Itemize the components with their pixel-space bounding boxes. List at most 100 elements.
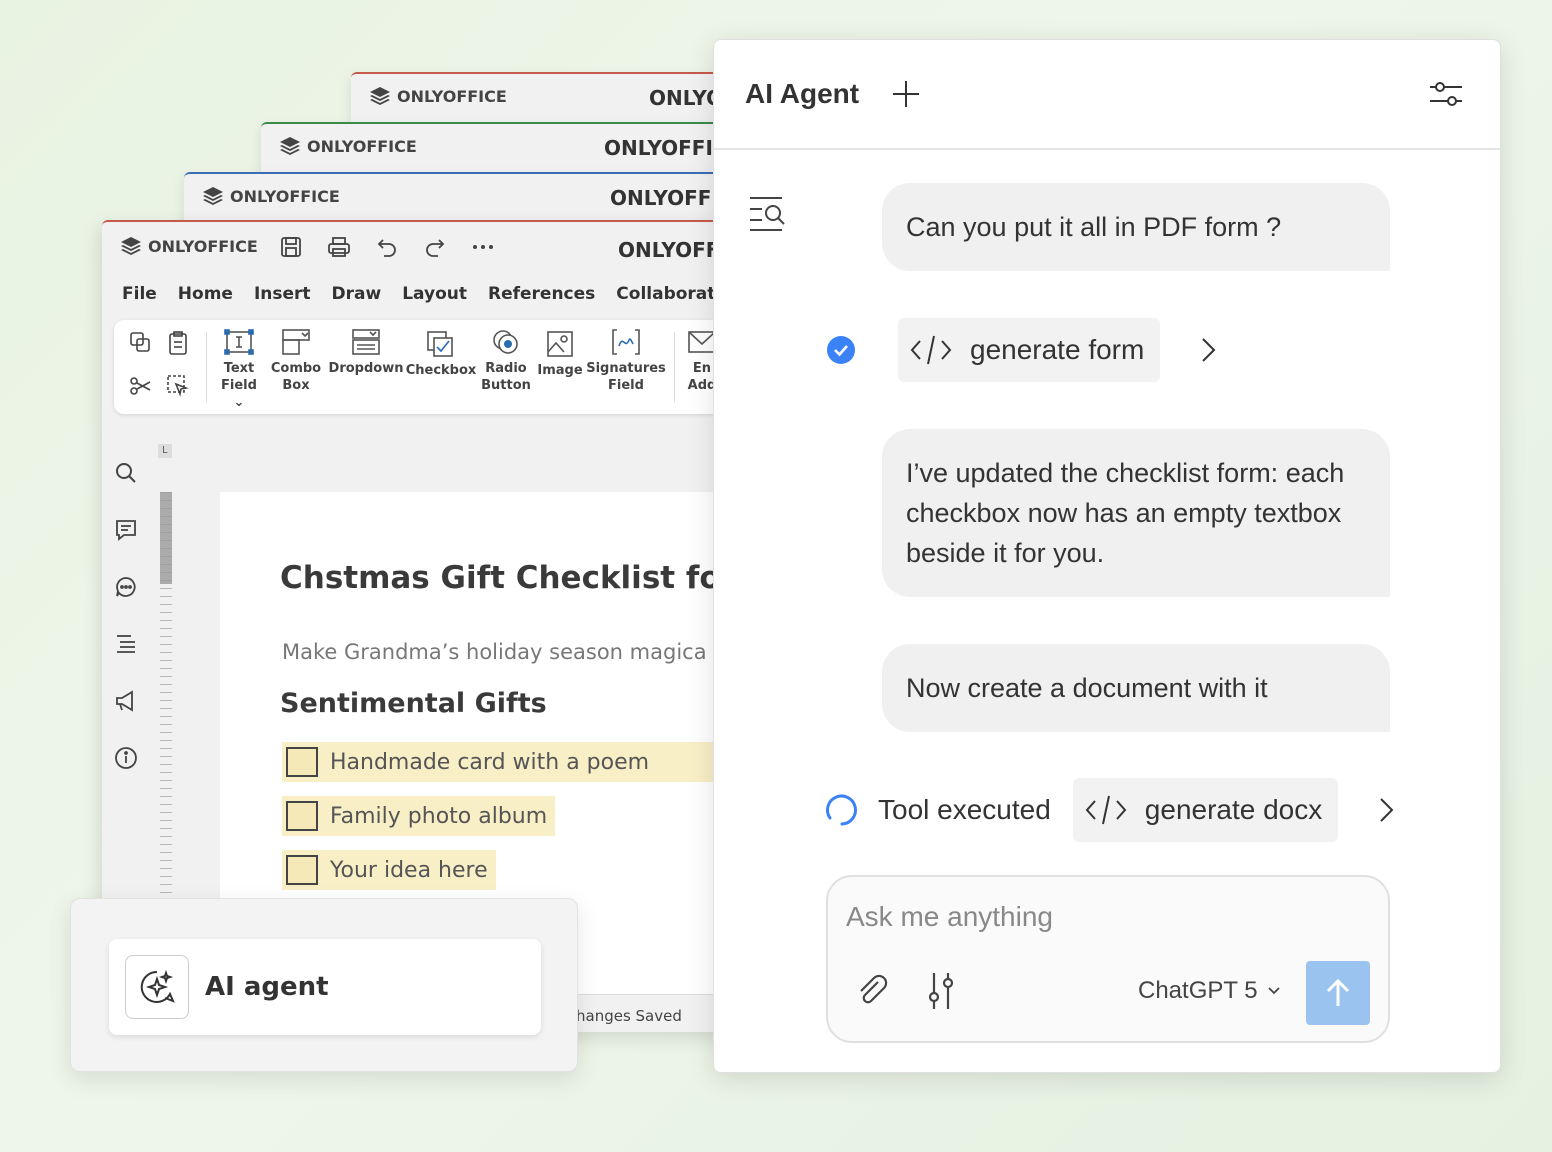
checklist-item-label: Your idea here — [330, 857, 488, 883]
checklist-item: Your idea here — [282, 850, 496, 890]
paperclip-icon[interactable] — [854, 973, 890, 1009]
print-icon[interactable] — [326, 234, 352, 260]
undo-icon[interactable] — [374, 234, 400, 260]
more-icon[interactable] — [470, 234, 496, 260]
ruler-tab-selector[interactable]: L — [158, 444, 172, 458]
radio-button-button[interactable]: Radio Button — [480, 328, 532, 394]
new-chat-icon[interactable] — [890, 78, 922, 115]
ruler-margin — [160, 492, 172, 584]
chat-history-icon[interactable] — [748, 194, 788, 237]
dropdown-icon — [352, 329, 380, 355]
panel-header: AI Agent — [714, 40, 1500, 150]
search-icon[interactable] — [112, 458, 140, 488]
success-check-icon — [827, 336, 855, 364]
signature-icon — [612, 329, 640, 355]
tool-chip-generate-form[interactable]: generate form — [898, 318, 1161, 382]
image-icon — [547, 331, 573, 357]
onlyoffice-logo: ONLYOFFICE — [369, 86, 507, 106]
menu-home[interactable]: Home — [178, 284, 233, 304]
code-icon — [1085, 795, 1127, 825]
feedback-icon[interactable] — [112, 686, 140, 716]
window-title: ONLYOFFI — [610, 186, 719, 210]
ribbon-separator — [206, 332, 207, 402]
checkbox-field[interactable] — [286, 801, 318, 831]
dropdown-button[interactable]: Dropdown — [329, 328, 403, 377]
chevron-right-icon[interactable] — [1376, 795, 1396, 825]
settings-sliders-icon[interactable] — [1428, 78, 1464, 115]
chat-icon[interactable] — [112, 572, 140, 602]
checkbox-button[interactable]: Checkbox — [406, 330, 476, 379]
assistant-message-line: beside it for you. — [906, 538, 1105, 568]
model-name: ChatGPT 5 — [1138, 977, 1258, 1004]
section-heading: Sentimental Gifts — [280, 688, 547, 719]
tool-call-row: Tool executed generate docx — [824, 778, 1396, 842]
checklist-item-label: Family photo album — [330, 803, 548, 829]
save-status: hanges Saved — [576, 1007, 682, 1025]
user-message: Can you put it all in PDF form ? — [882, 183, 1390, 271]
select-all-icon[interactable] — [166, 374, 190, 403]
comments-icon[interactable] — [112, 515, 140, 545]
onlyoffice-logo: ONLYOFFICE — [202, 186, 340, 206]
arrow-up-icon — [1326, 978, 1350, 1006]
forms-ribbon: Text Field ⌄ Combo Box Dropdown Checkbox R… — [114, 320, 742, 414]
onlyoffice-logo-icon — [280, 137, 300, 155]
assistant-message-line: I’ve updated the checklist form: each — [906, 458, 1345, 488]
menu-references[interactable]: References — [488, 284, 595, 304]
ai-agent-label: AI agent — [205, 972, 329, 1002]
onlyoffice-logo: ONLYOFFICE — [120, 236, 258, 256]
chat-input-placeholder: Ask me anything — [846, 901, 1053, 932]
tool-chip-generate-docx[interactable]: generate docx — [1072, 778, 1339, 842]
ai-sparkle-chat-icon — [125, 955, 189, 1019]
combo-box-icon — [282, 329, 310, 355]
send-button[interactable] — [1306, 961, 1370, 1025]
radio-button-icon — [493, 330, 518, 354]
editor-header: ONLYOFFICE ONLYOFF — [102, 222, 742, 274]
menu-insert[interactable]: Insert — [254, 284, 311, 304]
checkbox-field[interactable] — [286, 855, 318, 885]
ai-agent-button[interactable]: AI agent — [109, 939, 541, 1035]
paste-icon[interactable] — [166, 330, 190, 361]
tune-sliders-icon[interactable] — [928, 971, 956, 1011]
text-field-icon — [224, 329, 254, 355]
combo-box-button[interactable]: Combo Box — [270, 328, 322, 394]
onlyoffice-logo: ONLYOFFICE — [279, 136, 417, 156]
document-title: Chstmas Gift Checklist for — [280, 560, 736, 596]
navigation-icon[interactable] — [112, 629, 140, 659]
menu-draw[interactable]: Draw — [332, 284, 382, 304]
menu-layout[interactable]: Layout — [402, 284, 467, 304]
loading-spinner-icon — [826, 794, 857, 826]
left-sidebar — [112, 458, 140, 773]
ai-agent-popup: AI agent — [70, 898, 578, 1072]
chevron-right-icon[interactable] — [1198, 335, 1218, 365]
assistant-message: I’ve updated the checklist form: each ch… — [882, 429, 1390, 597]
signatures-field-button[interactable]: Signatures Field — [586, 328, 666, 394]
copy-icon[interactable] — [128, 330, 152, 359]
text-field-button[interactable]: Text Field ⌄ — [216, 328, 262, 411]
cut-icon[interactable] — [128, 374, 154, 403]
onlyoffice-logo-icon — [121, 237, 141, 255]
document-subtitle: Make Grandma’s holiday season magica — [282, 640, 707, 664]
ribbon-separator — [674, 332, 675, 402]
info-icon[interactable] — [112, 743, 140, 773]
checkbox-field[interactable] — [286, 747, 318, 777]
window-title: ONLYOFFI — [604, 136, 713, 160]
chat-input[interactable]: Ask me anything ChatGPT 5 — [826, 875, 1390, 1043]
model-selector[interactable]: ChatGPT 5 — [1138, 977, 1280, 1005]
ai-agent-panel: AI Agent Can you put it all in PDF form … — [713, 39, 1501, 1073]
checklist-item: Family photo album — [282, 796, 556, 836]
user-message-text: Now create a document with it — [906, 673, 1268, 703]
image-button[interactable]: Image — [537, 330, 583, 379]
redo-icon[interactable] — [422, 234, 448, 260]
checkbox-icon — [427, 331, 453, 357]
onlyoffice-logo-icon — [370, 87, 390, 105]
checklist-item: Handmade card with a poem — [282, 742, 742, 782]
tool-status-text: Tool executed — [878, 794, 1051, 825]
user-message-text: Can you put it all in PDF form ? — [906, 212, 1282, 242]
tool-call-row: generate form — [826, 318, 1218, 382]
user-message: Now create a document with it — [882, 644, 1390, 732]
menu-file[interactable]: File — [122, 284, 157, 304]
onlyoffice-logo-icon — [203, 187, 223, 205]
chevron-down-icon — [1267, 987, 1280, 995]
save-icon[interactable] — [278, 234, 304, 260]
menu-bar: File Home Insert Draw Layout References … — [122, 284, 742, 304]
